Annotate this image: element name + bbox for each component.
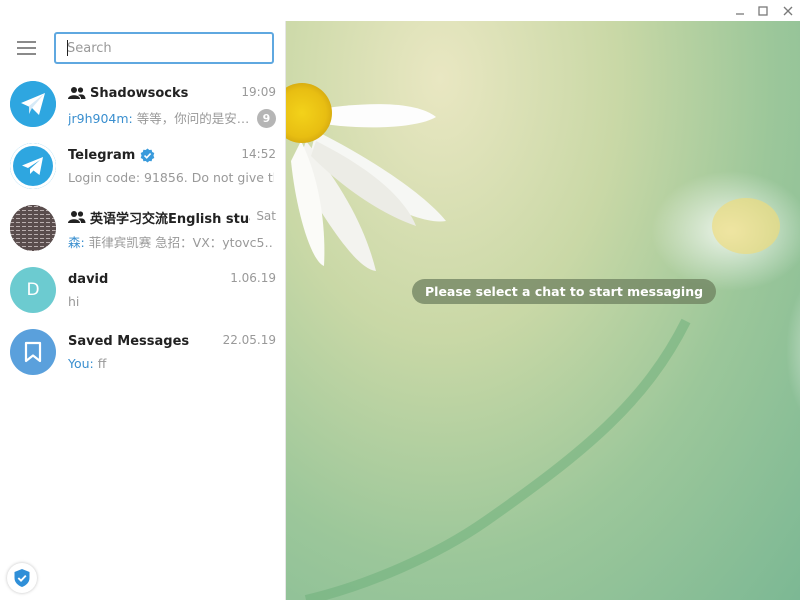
chat-time: 1.06.19 <box>230 271 276 285</box>
chat-name: Telegram <box>68 147 136 163</box>
chat-preview: Login code: 91856. Do not give thi… <box>68 170 274 188</box>
verified-badge-icon <box>140 148 155 162</box>
chat-message: hi <box>68 294 80 309</box>
chat-time: 22.05.19 <box>222 333 276 347</box>
daisy-wallpaper <box>286 83 800 600</box>
chat-name: Shadowsocks <box>90 85 189 101</box>
chat-item-telegram[interactable]: Telegram 14:52 Login code: 91856. Do not… <box>0 135 286 197</box>
chat-message: Login code: 91856. Do not give thi… <box>68 170 274 185</box>
chat-preview: You: ff <box>68 356 274 374</box>
group-icon <box>68 87 86 99</box>
chat-message: ff <box>93 356 107 371</box>
chat-time: Sat <box>256 209 276 223</box>
chat-name: 英语学习交流English study <box>90 211 250 227</box>
chat-name: david <box>68 271 109 287</box>
paper-plane-icon <box>10 81 56 127</box>
chat-item-david[interactable]: D david 1.06.19 hi <box>0 259 286 321</box>
text-image-avatar <box>10 205 56 251</box>
chat-sender: You: <box>68 356 94 371</box>
avatar-letter: D <box>10 267 56 313</box>
close-icon[interactable] <box>776 0 800 21</box>
chat-item-english-study[interactable]: 英语学习交流English study Sat 森: 菲律宾凯赛 急招：VX：y… <box>0 197 286 259</box>
chat-item-shadowsocks[interactable]: Shadowsocks 19:09 jr9h904m: 等等，你问的是安… 9 <box>0 73 286 135</box>
chat-name: Saved Messages <box>68 333 190 349</box>
unread-badge: 9 <box>257 109 276 128</box>
group-icon <box>68 211 86 223</box>
chat-preview: 森: 菲律宾凯赛 急招：VX：ytovc5… <box>68 232 274 250</box>
hamburger-menu-icon[interactable] <box>8 34 46 62</box>
search-input[interactable] <box>56 34 272 62</box>
window-titlebar <box>0 0 800 21</box>
empty-state-message: Please select a chat to start messaging <box>412 279 717 304</box>
chat-message: 等等，你问的是安… <box>132 111 250 126</box>
chat-time: 19:09 <box>241 85 276 99</box>
chat-sender: jr9h904m: <box>68 111 133 126</box>
chat-sender: 森: <box>68 235 85 250</box>
shield-check-icon[interactable] <box>7 563 37 593</box>
chat-background: Please select a chat to start messaging <box>286 21 800 600</box>
chat-item-saved-messages[interactable]: Saved Messages 22.05.19 You: ff <box>0 321 286 383</box>
text-cursor <box>67 40 68 56</box>
bookmark-icon <box>10 329 56 375</box>
chat-list: Shadowsocks 19:09 jr9h904m: 等等，你问的是安… 9 … <box>0 73 286 383</box>
chat-preview: hi <box>68 294 274 312</box>
chat-preview: jr9h904m: 等等，你问的是安… <box>68 108 252 126</box>
search-field[interactable] <box>54 32 274 64</box>
chat-sidebar: Shadowsocks 19:09 jr9h904m: 等等，你问的是安… 9 … <box>0 21 286 600</box>
telegram-logo-icon <box>10 143 56 189</box>
minimize-icon[interactable] <box>728 0 752 21</box>
maximize-icon[interactable] <box>751 0 775 21</box>
chat-message: 菲律宾凯赛 急招：VX：ytovc5… <box>84 235 274 250</box>
chat-time: 14:52 <box>241 147 276 161</box>
